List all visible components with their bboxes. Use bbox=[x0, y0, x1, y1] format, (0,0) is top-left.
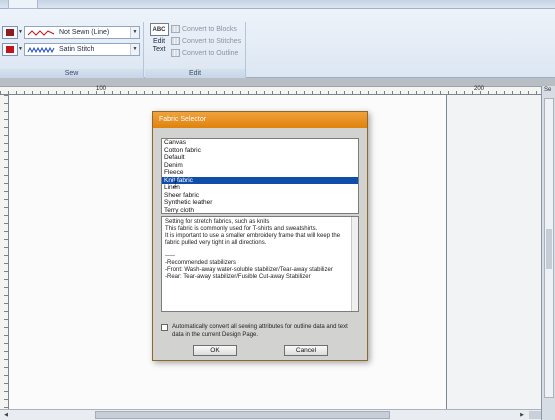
scroll-left-icon[interactable]: ◀ bbox=[1, 411, 11, 419]
list-item[interactable]: Denim bbox=[162, 162, 358, 170]
ok-button[interactable]: OK bbox=[193, 345, 237, 356]
list-item[interactable]: Sheer fabric bbox=[162, 192, 358, 200]
edit-text-button[interactable]: ABC Edit Text bbox=[148, 23, 170, 63]
list-item[interactable]: Fleece bbox=[162, 169, 358, 177]
auto-convert-label: Automatically convert all sewing attribu… bbox=[172, 324, 348, 338]
fabric-description: Setting for stretch fabrics, such as kni… bbox=[161, 216, 359, 312]
line-color-icon bbox=[6, 29, 14, 36]
edit-text-icon: ABC bbox=[149, 23, 169, 36]
sew-group: ▼ Not Sewn (Line) ▼ ▼ Satin Stitch ▼ Sew bbox=[0, 22, 144, 79]
scroll-right-icon[interactable]: ▶ bbox=[517, 411, 527, 419]
description-line: fabric pulled very tight in all directio… bbox=[165, 240, 267, 246]
ruler-ticks bbox=[4, 95, 8, 410]
stitches-icon bbox=[171, 37, 180, 46]
dialog-title: Fabric Selector bbox=[159, 116, 207, 123]
chevron-down-icon[interactable]: ▼ bbox=[130, 44, 139, 55]
running-stitch-icon bbox=[27, 30, 55, 36]
ruler-label-100: 100 bbox=[96, 86, 107, 92]
line-color-dropdown-icon[interactable]: ▼ bbox=[18, 26, 23, 39]
line-sew-type-combo[interactable]: Not Sewn (Line) ▼ bbox=[24, 26, 140, 39]
scroll-thumb[interactable] bbox=[546, 229, 552, 269]
description-line: -Front: Wash-away water-soluble stabiliz… bbox=[165, 267, 333, 273]
list-item[interactable]: Default bbox=[162, 154, 358, 162]
page-edge bbox=[446, 95, 447, 409]
window-top-strip bbox=[0, 0, 555, 9]
convert-to-blocks-label: Convert to Blocks bbox=[182, 26, 237, 33]
line-sew-type-text: Not Sewn (Line) bbox=[59, 29, 110, 36]
blocks-icon bbox=[171, 25, 180, 34]
region-sew-row: ▼ Satin Stitch ▼ bbox=[2, 43, 140, 56]
convert-to-stitches-button[interactable]: Convert to Stitches bbox=[171, 36, 247, 47]
convert-to-stitches-label: Convert to Stitches bbox=[182, 38, 242, 45]
region-color-dropdown-icon[interactable]: ▼ bbox=[18, 43, 23, 56]
text-cursor-icon: ⌶ bbox=[173, 180, 178, 189]
line-color-button[interactable] bbox=[2, 26, 18, 39]
description-line: -Rear: Tear-away stabilizer/Fusible Cut-… bbox=[165, 274, 311, 280]
horizontal-scrollbar[interactable]: ◀ ▶ bbox=[0, 409, 541, 420]
convert-to-blocks-button[interactable]: Convert to Blocks bbox=[171, 24, 247, 35]
zoom-button[interactable] bbox=[529, 411, 541, 419]
horizontal-ruler: 100 200 bbox=[0, 86, 541, 95]
outline-icon bbox=[171, 49, 180, 58]
line-sew-row: ▼ Not Sewn (Line) ▼ bbox=[2, 26, 140, 39]
ruler-label-200: 200 bbox=[474, 86, 485, 92]
description-line: -Recommended stabilizers bbox=[165, 260, 237, 266]
side-panel-scrollbar[interactable] bbox=[544, 98, 554, 398]
convert-to-outline-label: Convert to Outline bbox=[182, 50, 239, 57]
cancel-button[interactable]: Cancel bbox=[284, 345, 328, 356]
list-item[interactable]: Linen bbox=[162, 184, 358, 192]
sew-group-label: Sew bbox=[0, 69, 143, 78]
description-line: Setting for stretch fabrics, such as kni… bbox=[165, 219, 270, 225]
side-panel-title: Se bbox=[544, 87, 552, 93]
fabric-list[interactable]: Canvas Cotton fabric Default Denim Fleec… bbox=[161, 138, 359, 214]
list-item[interactable]: Canvas bbox=[162, 139, 358, 147]
dialog-titlebar[interactable]: Fabric Selector bbox=[153, 112, 367, 128]
scroll-thumb[interactable] bbox=[95, 411, 390, 419]
list-item[interactable]: Terry cloth bbox=[162, 207, 358, 214]
description-line: This fabric is commonly used for T-shirt… bbox=[165, 226, 318, 232]
region-sew-type-text: Satin Stitch bbox=[59, 46, 95, 53]
edit-group: ABC Edit Text Convert to Blocks Convert … bbox=[145, 22, 246, 79]
auto-convert-checkbox[interactable] bbox=[161, 324, 168, 331]
list-item-selected[interactable]: Knit fabric bbox=[162, 176, 358, 184]
region-color-icon bbox=[6, 46, 14, 53]
region-sew-type-combo[interactable]: Satin Stitch ▼ bbox=[24, 43, 140, 56]
edit-text-label: Edit Text bbox=[152, 38, 166, 53]
vertical-ruler bbox=[0, 95, 9, 410]
region-color-button[interactable] bbox=[2, 43, 18, 56]
convert-to-outline-button[interactable]: Convert to Outline bbox=[171, 48, 247, 59]
list-item[interactable]: Cotton fabric bbox=[162, 147, 358, 155]
list-item[interactable]: Synthetic leather bbox=[162, 199, 358, 207]
chevron-down-icon[interactable]: ▼ bbox=[130, 27, 139, 38]
description-line: It is important to use a smaller embroid… bbox=[165, 233, 341, 239]
canvas-outside-area bbox=[447, 95, 541, 409]
satin-stitch-icon bbox=[27, 46, 55, 54]
side-panel: Se bbox=[541, 86, 555, 420]
description-line: ----- bbox=[165, 253, 175, 259]
ribbon: ▼ Not Sewn (Line) ▼ ▼ Satin Stitch ▼ Sew… bbox=[0, 9, 555, 79]
fabric-selector-dialog: Fabric Selector Canvas Cotton fabric Def… bbox=[152, 111, 368, 361]
description-scrollbar[interactable] bbox=[351, 217, 358, 311]
edit-group-label: Edit bbox=[145, 69, 245, 78]
auto-convert-checkbox-row[interactable]: Automatically convert all sewing attribu… bbox=[161, 323, 361, 339]
ribbon-tab[interactable] bbox=[8, 0, 38, 9]
